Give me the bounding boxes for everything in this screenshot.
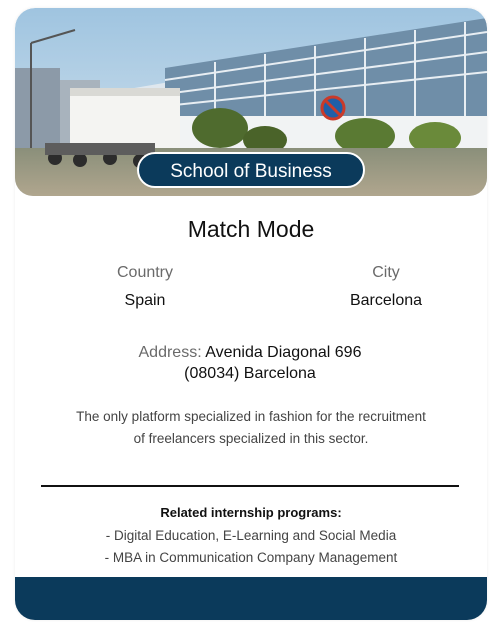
school-card[interactable]: School of Business Match Mode Country Sp…: [15, 8, 487, 620]
address-line-2: (08034) Barcelona: [184, 365, 316, 382]
program-item: - Digital Education, E-Learning and Soci…: [105, 528, 397, 543]
city-value: Barcelona: [349, 292, 423, 309]
description-line-2: of freelancers specialized in this secto…: [133, 431, 369, 446]
divider: [41, 485, 459, 487]
footer-bar[interactable]: [15, 577, 487, 620]
programs-title: Related internship programs:: [160, 505, 342, 520]
city-label: City: [372, 264, 400, 281]
country-label: Country: [116, 264, 174, 281]
country-value: Spain: [124, 292, 166, 309]
address-line-1: Avenida Diagonal 696: [205, 344, 362, 361]
card-title: Match Mode: [187, 216, 315, 242]
description-line-1: The only platform specialized in fashion…: [76, 409, 426, 424]
program-item: - MBA in Communication Company Managemen…: [104, 550, 398, 565]
description: The only platform specialized in fashion…: [35, 406, 467, 450]
school-badge: School of Business: [137, 152, 365, 188]
address: Address: Avenida Diagonal 696 (08034) Ba…: [75, 342, 425, 384]
address-label: Address:: [138, 344, 202, 361]
